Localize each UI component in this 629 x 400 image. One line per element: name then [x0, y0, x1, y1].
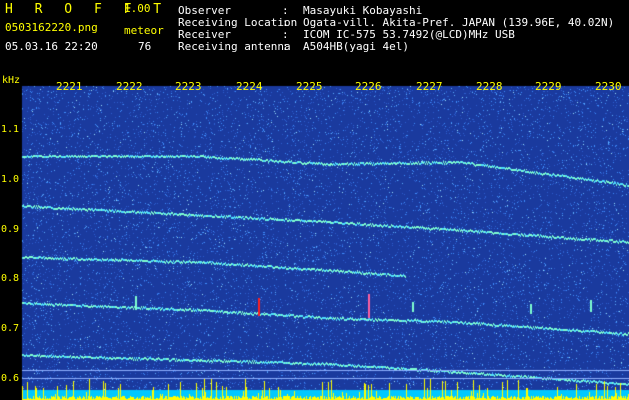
time-tick-label: 2229: [535, 80, 562, 93]
time-tick-label: 2230: [595, 80, 622, 93]
file-name: 0503162220.png: [5, 21, 98, 34]
time-tick-label: 2225: [296, 80, 323, 93]
antenna-value: A504HB(yagi 4el): [303, 40, 409, 53]
receiver-label: Receiver: [178, 28, 231, 41]
receiver-value: ICOM IC-575 53.7492(@LCD)MHz USB: [303, 28, 515, 41]
time-tick-label: 2226: [355, 80, 382, 93]
freq-tick-label: 0.9: [1, 224, 20, 235]
location-value: Ogata-vill. Akita-Pref. JAPAN (139.96E, …: [303, 16, 615, 29]
location-colon: :: [282, 16, 289, 29]
time-tick-label: 2222: [116, 80, 143, 93]
meteor-label: meteor: [124, 24, 164, 37]
receiver-colon: :: [282, 28, 289, 41]
freq-tick-label: 0.7: [1, 323, 20, 334]
meteor-count: 76: [138, 40, 152, 53]
app-version: 1.00: [124, 2, 151, 15]
freq-tick-label: 0.8: [1, 273, 20, 284]
freq-tick-label: 0.6: [1, 373, 20, 384]
antenna-colon: :: [282, 40, 289, 53]
freq-tick-label: 1.0: [1, 174, 20, 185]
observer-colon: :: [282, 4, 289, 17]
observer-value: Masayuki Kobayashi: [303, 4, 423, 17]
header-panel: H R O F F T 1.00 0503162220.png meteor 0…: [0, 0, 629, 72]
time-tick-label: 2223: [175, 80, 202, 93]
location-label: Receiving Location: [178, 16, 298, 29]
freq-unit-label: kHz: [2, 75, 21, 86]
time-tick-label: 2221: [56, 80, 83, 93]
time-tick-label: 2227: [416, 80, 443, 93]
freq-tick-label: 1.1: [1, 124, 20, 135]
spectrogram-canvas: [0, 72, 629, 400]
observer-label: Observer: [178, 4, 231, 17]
date-time: 05.03.16 22:20: [5, 40, 98, 53]
antenna-label: Receiving antenna: [178, 40, 291, 53]
time-tick-label: 2224: [236, 80, 263, 93]
time-tick-label: 2228: [476, 80, 503, 93]
